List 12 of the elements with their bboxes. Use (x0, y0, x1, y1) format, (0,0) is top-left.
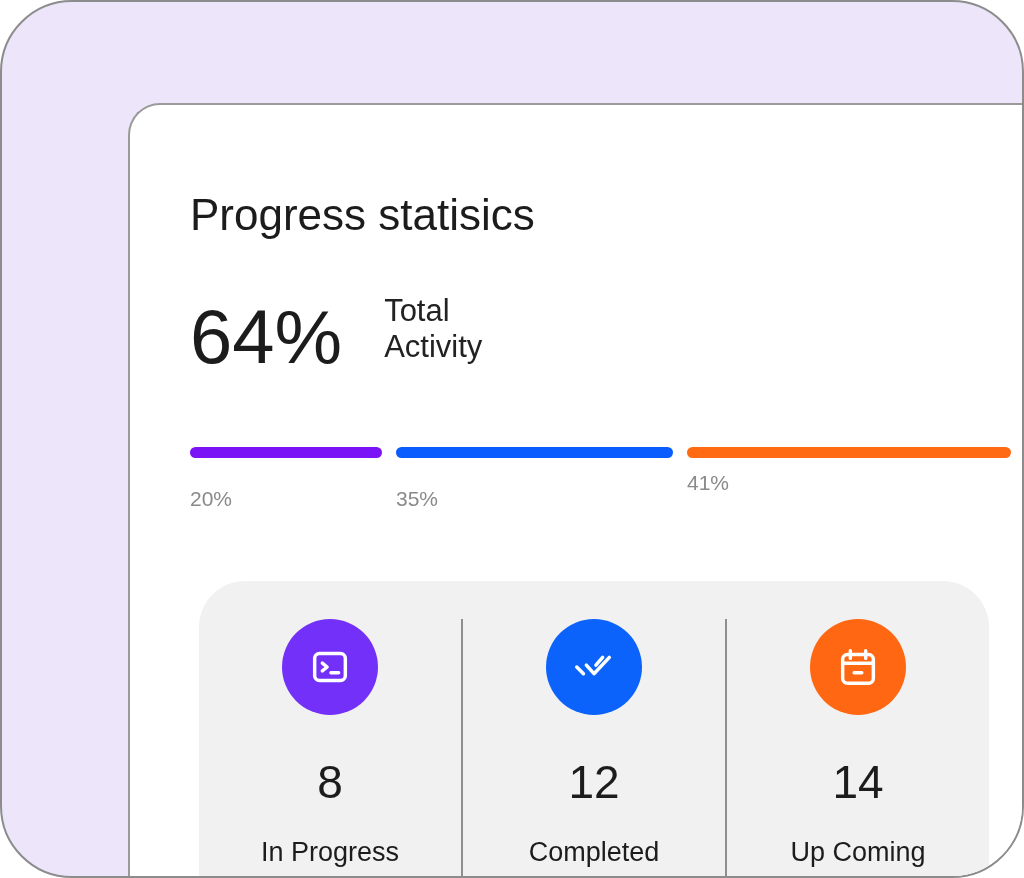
total-percentage: 64% (190, 299, 343, 375)
stat-count: 14 (832, 759, 884, 805)
stat-count: 8 (317, 759, 343, 805)
stat-label: Completed (528, 839, 660, 866)
stat-count: 12 (568, 759, 620, 805)
stat-label: Up Coming (790, 839, 926, 866)
total-label: Total Activity (384, 293, 483, 365)
segment-percentage: 35% (396, 488, 439, 509)
segment-percentage: 41% (687, 472, 730, 493)
segment-percentage: 20% (190, 488, 233, 509)
stat-label: In Progress (260, 839, 400, 866)
card-title: Progress statisics (190, 193, 535, 237)
